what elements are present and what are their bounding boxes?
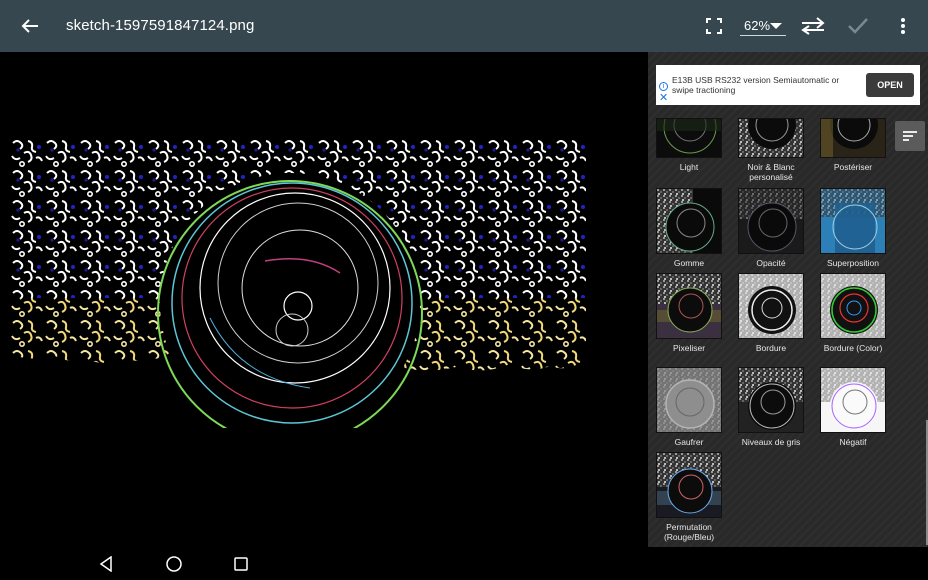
chevron-down-icon (770, 23, 782, 29)
filter-thumbnail (656, 188, 722, 254)
filter-thumbnail (656, 273, 722, 339)
swap-arrows-icon[interactable] (798, 13, 828, 39)
filter-bordure-color[interactable]: Bordure (Color) (810, 273, 896, 353)
top-app-bar: sketch-1597591847124.png 62% (0, 0, 928, 52)
filter-niveaux-de-gris[interactable]: Niveaux de gris (728, 367, 814, 447)
filter-thumbnail (820, 188, 886, 254)
filter-thumbnail (738, 367, 804, 433)
nav-back-icon[interactable] (96, 554, 116, 574)
more-vert-icon[interactable] (890, 13, 916, 39)
zoom-dropdown[interactable]: 62% (740, 16, 786, 36)
check-icon[interactable] (843, 13, 873, 39)
filter-pixeliser[interactable]: Pixeliser (646, 273, 732, 353)
info-icon[interactable]: i (659, 82, 668, 91)
filter-permutation[interactable]: Permutation (Rouge/Bleu) (646, 452, 732, 542)
filter-label: Niveaux de gris (741, 437, 801, 447)
filter-label: Permutation (Rouge/Bleu) (663, 522, 715, 542)
sort-icon[interactable] (895, 121, 925, 151)
zoom-level: 62% (744, 18, 771, 33)
ad-open-button[interactable]: OPEN (866, 73, 914, 97)
fullscreen-icon[interactable] (701, 13, 727, 39)
nav-home-icon[interactable] (164, 554, 184, 574)
filter-label: Opacité (756, 258, 786, 268)
nav-recents-icon[interactable] (231, 554, 251, 574)
ad-banner[interactable]: i ✕ E13B USB RS232 version Semiautomatic… (656, 65, 920, 105)
filter-bordure[interactable]: Bordure (728, 273, 814, 353)
filter-thumbnail (820, 273, 886, 339)
filter-thumbnail (738, 273, 804, 339)
filter-label: Superposition (827, 258, 879, 268)
filter-label: Bordure (Color) (823, 343, 883, 353)
filter-posteriser[interactable]: Postériser (810, 118, 896, 172)
filter-thumbnail (820, 367, 886, 433)
image-canvas[interactable] (0, 52, 648, 545)
filter-light[interactable]: Light (646, 118, 732, 172)
file-name-title: sketch-1597591847124.png (66, 17, 255, 34)
filter-opacite[interactable]: Opacité (728, 188, 814, 268)
filter-thumbnail (656, 118, 722, 158)
filter-thumbnail (656, 367, 722, 433)
filter-label: Gaufrer (674, 437, 704, 447)
filter-label: Bordure (755, 343, 787, 353)
edited-image (10, 138, 586, 428)
filter-gaufrer[interactable]: Gaufrer (646, 367, 732, 447)
filter-label: Postériser (833, 162, 873, 172)
filter-label: Gomme (673, 258, 705, 268)
system-nav-bar (0, 547, 648, 580)
filter-thumbnail (738, 188, 804, 254)
close-icon[interactable]: ✕ (659, 93, 668, 104)
filter-thumbnail (656, 452, 722, 518)
filter-label: Light (679, 162, 699, 172)
filter-gomme[interactable]: Gomme (646, 188, 732, 268)
filter-label: Noir & Blanc personalisé (747, 162, 795, 182)
filter-noir-blanc[interactable]: Noir & Blanc personalisé (728, 118, 814, 182)
filter-label: Pixeliser (672, 343, 706, 353)
filter-negatif[interactable]: Négatif (810, 367, 896, 447)
filter-label: Négatif (839, 437, 867, 447)
filter-thumbnail (820, 118, 886, 158)
ad-text: E13B USB RS232 version Semiautomatic or … (672, 75, 840, 95)
arrow-left-icon[interactable] (16, 14, 44, 38)
filter-superposition[interactable]: Superposition (810, 188, 896, 268)
filter-thumbnail (738, 118, 804, 158)
